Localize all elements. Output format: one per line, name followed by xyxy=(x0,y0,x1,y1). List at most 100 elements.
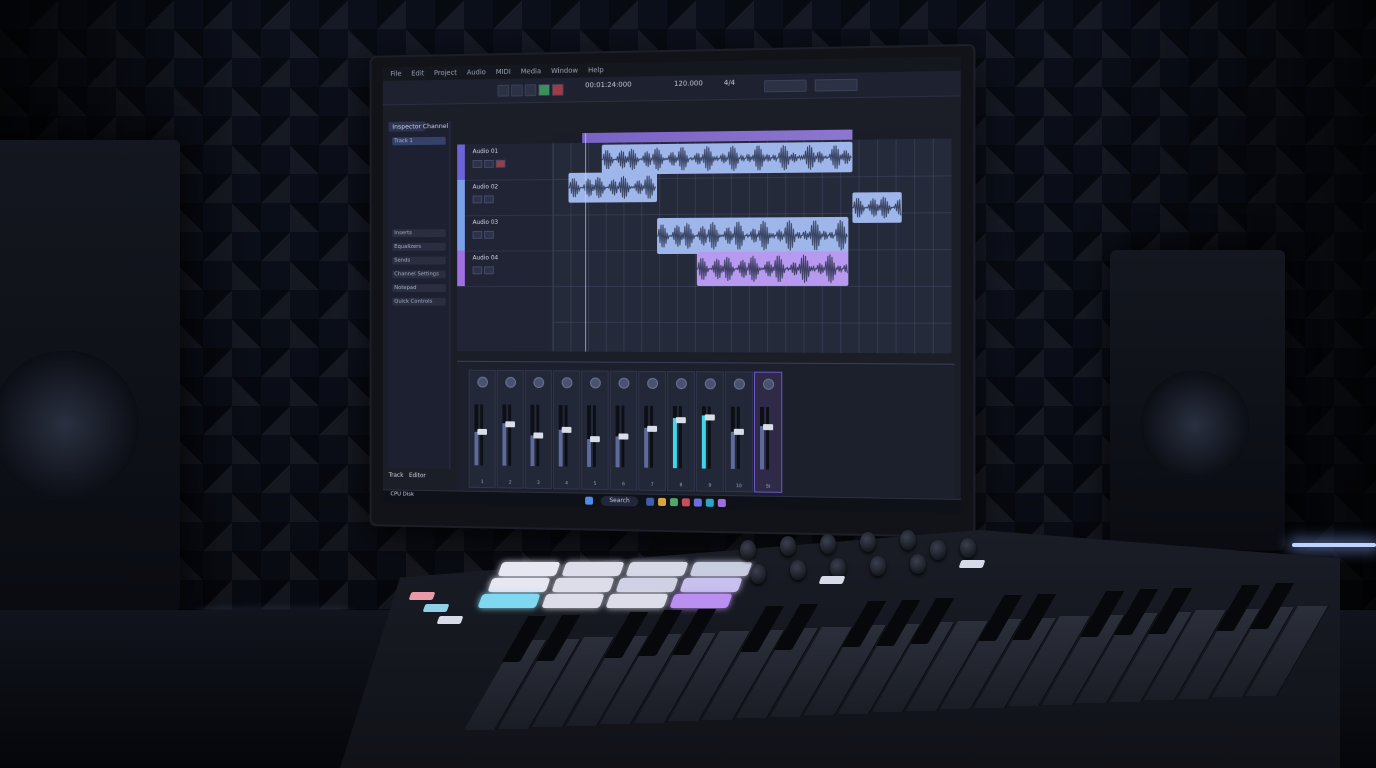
forward-button[interactable] xyxy=(511,84,523,97)
play-button[interactable] xyxy=(538,83,550,97)
pan-knob[interactable] xyxy=(675,378,687,390)
track-name[interactable]: Audio 04 xyxy=(473,255,499,262)
control-knob[interactable] xyxy=(740,540,756,560)
drum-pad[interactable] xyxy=(477,594,541,608)
solo-button[interactable] xyxy=(484,159,494,168)
track-header[interactable]: Audio 01 xyxy=(457,143,552,181)
sidebar-item-quick-controls[interactable]: Quick Controls xyxy=(392,297,446,306)
quantize-dropdown[interactable] xyxy=(814,78,858,92)
signature-display[interactable]: 4/4 xyxy=(724,79,735,87)
mute-button[interactable] xyxy=(472,230,483,239)
drum-pad[interactable] xyxy=(487,578,551,592)
drum-pad[interactable] xyxy=(561,562,625,576)
fader-handle[interactable] xyxy=(590,435,600,442)
sidebar-item-track[interactable]: Track 1 xyxy=(392,136,446,146)
drum-pad[interactable] xyxy=(689,562,753,576)
pan-knob[interactable] xyxy=(561,377,573,389)
fader-handle[interactable] xyxy=(647,425,658,432)
pan-knob[interactable] xyxy=(505,376,516,388)
app-icon[interactable] xyxy=(693,498,702,507)
drum-pad[interactable] xyxy=(541,594,605,608)
pan-knob[interactable] xyxy=(647,377,659,389)
drum-pad[interactable] xyxy=(551,578,615,592)
stop-button[interactable] xyxy=(524,84,537,97)
menu-item-audio[interactable]: Audio xyxy=(467,68,486,76)
tab-track[interactable]: Track xyxy=(389,472,404,479)
app-icon[interactable] xyxy=(705,498,714,507)
audio-clip[interactable] xyxy=(657,216,849,255)
track-header[interactable]: Audio 03 xyxy=(457,214,552,252)
function-button[interactable] xyxy=(958,560,986,568)
control-knob[interactable] xyxy=(790,560,806,580)
control-knob[interactable] xyxy=(930,540,946,560)
control-knob[interactable] xyxy=(780,536,796,556)
pan-knob[interactable] xyxy=(733,378,745,390)
function-button[interactable] xyxy=(436,616,464,624)
function-button[interactable] xyxy=(408,592,436,600)
track-header[interactable]: Audio 04 xyxy=(457,250,552,288)
fader-handle[interactable] xyxy=(505,421,516,428)
sidebar-item-equalizers[interactable]: Equalizers xyxy=(392,242,446,251)
snap-dropdown[interactable] xyxy=(764,79,807,93)
mute-button[interactable] xyxy=(472,195,483,204)
app-icon[interactable] xyxy=(717,498,726,508)
track-name[interactable]: Audio 01 xyxy=(473,148,499,155)
menu-item-help[interactable]: Help xyxy=(588,66,604,74)
sidebar-item-inserts[interactable]: Inserts xyxy=(392,229,446,238)
menu-item-midi[interactable]: MIDI xyxy=(496,68,511,76)
fader-handle[interactable] xyxy=(618,433,629,440)
control-knob[interactable] xyxy=(830,558,846,578)
solo-button[interactable] xyxy=(484,230,494,239)
menu-item-window[interactable]: Window xyxy=(551,67,578,75)
app-icon[interactable] xyxy=(646,497,655,506)
fader-handle[interactable] xyxy=(477,429,487,436)
control-knob[interactable] xyxy=(750,564,766,584)
drum-pad[interactable] xyxy=(669,594,733,608)
app-icon[interactable] xyxy=(681,498,690,507)
track-name[interactable]: Audio 02 xyxy=(473,183,499,190)
record-arm-button[interactable] xyxy=(495,159,506,168)
solo-button[interactable] xyxy=(484,195,494,204)
track-header[interactable]: Audio 02 xyxy=(457,179,552,217)
audio-clip[interactable] xyxy=(568,172,658,203)
pan-knob[interactable] xyxy=(477,376,488,388)
function-button[interactable] xyxy=(818,576,846,584)
control-knob[interactable] xyxy=(900,530,916,550)
audio-clip[interactable] xyxy=(852,192,902,223)
fader-handle[interactable] xyxy=(763,423,774,431)
sidebar-item-channel-settings[interactable]: Channel Settings xyxy=(392,270,446,279)
sidebar-item-notepad[interactable]: Notepad xyxy=(392,284,446,292)
menu-item-project[interactable]: Project xyxy=(434,69,457,77)
arrange-window[interactable] xyxy=(552,138,952,354)
tempo-display[interactable]: 120.000 xyxy=(674,79,703,88)
app-icon[interactable] xyxy=(669,498,678,507)
record-button[interactable] xyxy=(551,83,564,96)
drum-pad[interactable] xyxy=(605,594,669,608)
solo-button[interactable] xyxy=(484,266,494,275)
sidebar-item-sends[interactable]: Sends xyxy=(392,256,446,265)
audio-clip[interactable] xyxy=(696,251,849,286)
playhead[interactable] xyxy=(585,133,587,352)
start-icon[interactable] xyxy=(585,496,593,505)
control-knob[interactable] xyxy=(910,554,926,574)
drum-pad[interactable] xyxy=(625,562,689,576)
drum-pad[interactable] xyxy=(679,578,743,592)
pan-knob[interactable] xyxy=(704,378,716,390)
control-knob[interactable] xyxy=(860,532,876,552)
mute-button[interactable] xyxy=(472,266,483,275)
pan-knob[interactable] xyxy=(533,377,545,389)
audio-clip[interactable] xyxy=(601,141,853,175)
mute-button[interactable] xyxy=(472,159,483,168)
fader-handle[interactable] xyxy=(561,427,572,434)
pan-knob[interactable] xyxy=(763,378,775,390)
drum-pad[interactable] xyxy=(615,578,679,592)
tab-editor[interactable]: Editor xyxy=(409,472,426,479)
menu-item-edit[interactable]: Edit xyxy=(411,69,424,77)
control-knob[interactable] xyxy=(960,538,976,558)
drum-pad[interactable] xyxy=(497,562,561,576)
fader-handle[interactable] xyxy=(533,432,544,439)
fader-handle[interactable] xyxy=(675,417,686,424)
menu-item-file[interactable]: File xyxy=(390,70,401,78)
fader-handle[interactable] xyxy=(733,429,744,436)
tab-channel[interactable]: Channel xyxy=(419,121,452,131)
